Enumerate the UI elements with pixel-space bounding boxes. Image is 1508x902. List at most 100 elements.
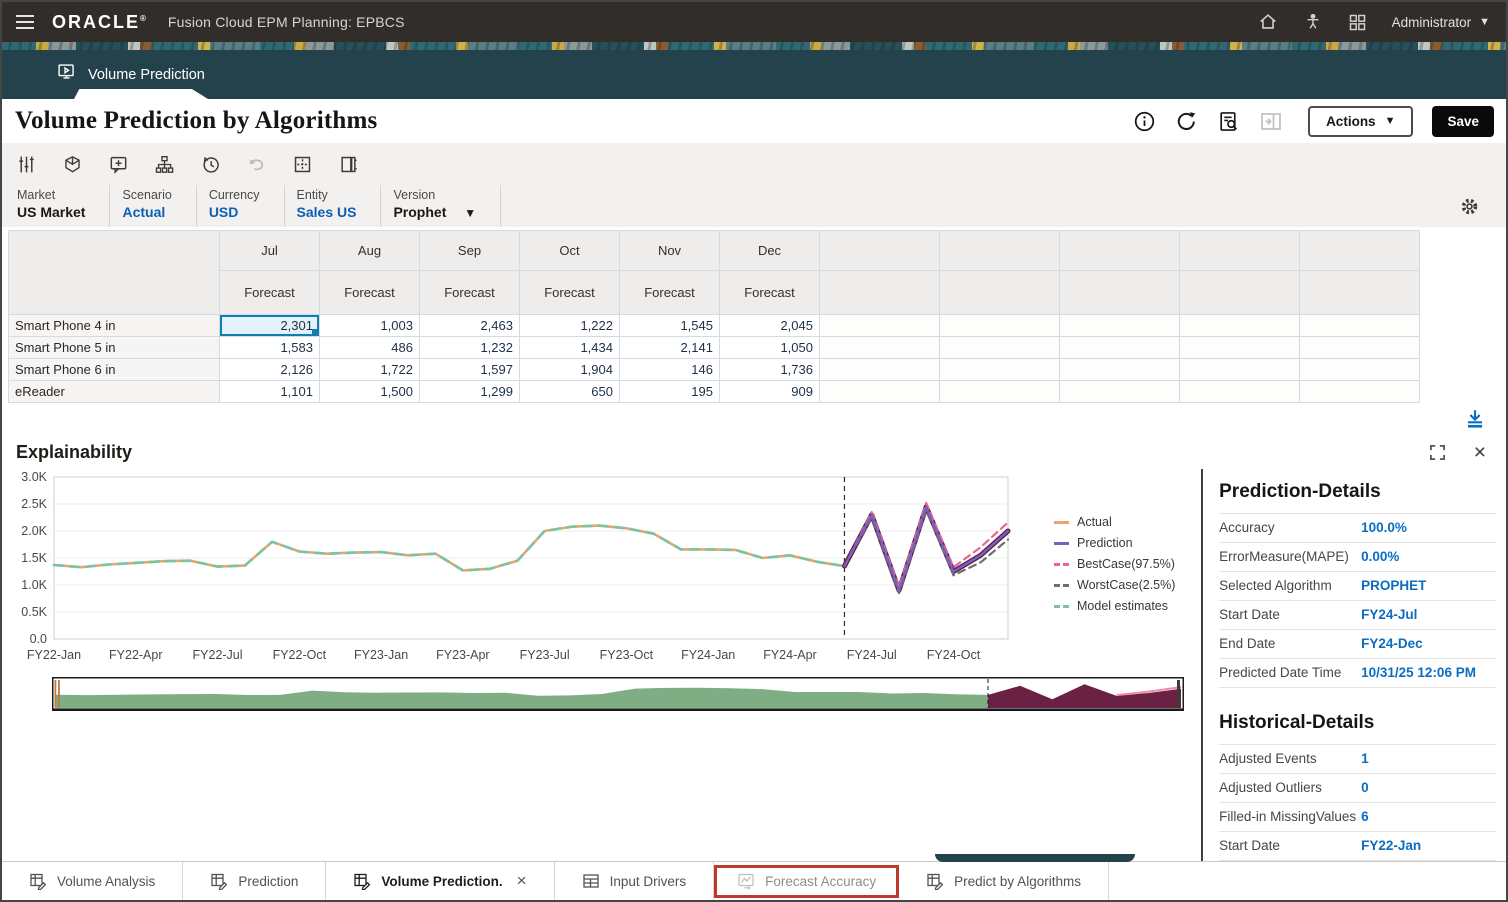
grid-cell-empty[interactable] [1179,314,1300,337]
legend-item[interactable]: WorstCase(2.5%) [1054,578,1194,592]
bottom-tab-forecast-accuracy[interactable]: Forecast Accuracy [714,864,900,898]
grid-cell[interactable]: 909 [719,380,820,403]
grid-cell-empty[interactable] [1299,380,1420,403]
grid-cell[interactable]: 195 [619,380,720,403]
grid-month-header[interactable]: Aug [319,230,420,271]
grid-row-header[interactable]: Smart Phone 6 in [8,358,220,381]
bottom-tab-volume-prediction[interactable]: Volume Prediction. × [326,862,555,900]
grid-cell-empty[interactable] [1059,380,1180,403]
actions-button[interactable]: Actions ▼ [1308,105,1414,137]
grid-cell-empty[interactable] [819,358,940,381]
grid-cell[interactable]: 1,222 [519,314,620,337]
hierarchy-icon[interactable] [155,155,174,174]
freeze-pane-icon[interactable] [339,155,358,174]
grid-cell[interactable]: 1,299 [419,380,520,403]
gear-icon[interactable] [1459,185,1480,227]
download-icon[interactable] [1464,408,1486,430]
legend-item[interactable]: Prediction [1054,536,1194,550]
grid-cell[interactable]: 1,736 [719,358,820,381]
bottom-tab-prediction[interactable]: Prediction [183,862,327,900]
legend-item[interactable]: Actual [1054,515,1194,529]
comment-add-icon[interactable] [109,155,128,174]
job-console-icon[interactable] [1217,110,1240,133]
grid-cell[interactable]: 1,583 [219,336,320,359]
expand-icon[interactable] [1429,444,1446,461]
range-selector[interactable] [52,677,1184,713]
grid-cell-selected[interactable]: 2,301 [219,314,320,337]
grid-cell-empty[interactable] [1179,358,1300,381]
grid-cell[interactable]: 1,050 [719,336,820,359]
grid-month-header[interactable]: Dec [719,230,820,271]
grid-cell-empty[interactable] [1299,314,1420,337]
grid-forecast-header[interactable]: Forecast [319,270,420,315]
grid-cell[interactable]: 486 [319,336,420,359]
pov-market[interactable]: Market US Market [17,185,111,227]
grid-cell-empty[interactable] [1299,336,1420,359]
grid-cell-empty[interactable] [939,336,1060,359]
info-icon[interactable] [1133,110,1156,133]
grid-month-header[interactable]: Oct [519,230,620,271]
home-icon[interactable] [1257,11,1279,33]
grid-cell-empty[interactable] [939,380,1060,403]
selection-handle[interactable] [312,329,319,336]
pov-version[interactable]: Version Prophet ▼ [381,185,502,227]
grid-cell-empty[interactable] [819,336,940,359]
history-icon[interactable] [201,155,220,174]
grid-cell[interactable]: 1,597 [419,358,520,381]
grid-cell-empty[interactable] [1299,358,1420,381]
grid-forecast-header[interactable]: Forecast [619,270,720,315]
pov-scenario[interactable]: Scenario Actual [110,185,197,227]
grid-cell[interactable]: 1,500 [319,380,420,403]
bottom-tab-predict-by-algorithms[interactable]: Predict by Algorithms [899,862,1109,900]
grid-cell[interactable]: 2,463 [419,314,520,337]
grid-cell[interactable]: 2,045 [719,314,820,337]
apps-grid-icon[interactable] [1347,12,1368,33]
grid-cell[interactable]: 1,232 [419,336,520,359]
grid-cell[interactable]: 1,722 [319,358,420,381]
save-button[interactable]: Save [1432,105,1494,137]
legend-item[interactable]: BestCase(97.5%) [1054,557,1194,571]
cube-icon[interactable] [63,155,82,174]
grid-row-header[interactable]: Smart Phone 5 in [8,336,220,359]
grid-cell-empty[interactable] [1179,380,1300,403]
refresh-icon[interactable] [1175,110,1198,133]
grid-cell[interactable]: 1,101 [219,380,320,403]
bottom-tab-input-drivers[interactable]: Input Drivers [555,862,715,900]
grid-cell[interactable]: 2,126 [219,358,320,381]
grid-cell-empty[interactable] [1059,314,1180,337]
grid-cell[interactable]: 1,003 [319,314,420,337]
grid-cell[interactable]: 2,141 [619,336,720,359]
user-menu[interactable]: Administrator ▼ [1392,15,1490,30]
grid-forecast-header[interactable]: Forecast [719,270,820,315]
grid-cell-empty[interactable] [1059,336,1180,359]
grid-month-header[interactable]: Nov [619,230,720,271]
grid-month-header[interactable]: Sep [419,230,520,271]
grid-forecast-header[interactable]: Forecast [419,270,520,315]
grid-month-header[interactable]: Jul [219,230,320,271]
nav-card-volume-prediction[interactable]: Volume Prediction [56,62,205,87]
grid-cell[interactable]: 1,434 [519,336,620,359]
grid-row-header[interactable]: Smart Phone 4 in [8,314,220,337]
legend-item[interactable]: Model estimates [1054,599,1194,613]
grid-cell-empty[interactable] [939,314,1060,337]
close-icon[interactable]: × [1474,442,1486,463]
grid-row-header[interactable]: eReader [8,380,220,403]
grid-cell-empty[interactable] [819,314,940,337]
bottom-tab-volume-analysis[interactable]: Volume Analysis [2,862,184,900]
close-tab-icon[interactable]: × [517,871,527,891]
grid-cell[interactable]: 146 [619,358,720,381]
grid-cell[interactable]: 1,904 [519,358,620,381]
accessibility-person-icon[interactable] [1303,11,1323,33]
pov-entity[interactable]: Entity Sales US [285,185,382,227]
grid-cell[interactable]: 1,545 [619,314,720,337]
grid-cell-empty[interactable] [1179,336,1300,359]
grid-cell[interactable]: 650 [519,380,620,403]
grid-cell-empty[interactable] [1059,358,1180,381]
grid-forecast-header[interactable]: Forecast [519,270,620,315]
grid-cell-empty[interactable] [939,358,1060,381]
grid-cell-empty[interactable] [819,380,940,403]
grid-forecast-header[interactable]: Forecast [219,270,320,315]
adjust-sliders-icon[interactable] [17,155,36,174]
hamburger-menu-icon[interactable] [16,15,34,29]
pov-currency[interactable]: Currency USD [197,185,285,227]
